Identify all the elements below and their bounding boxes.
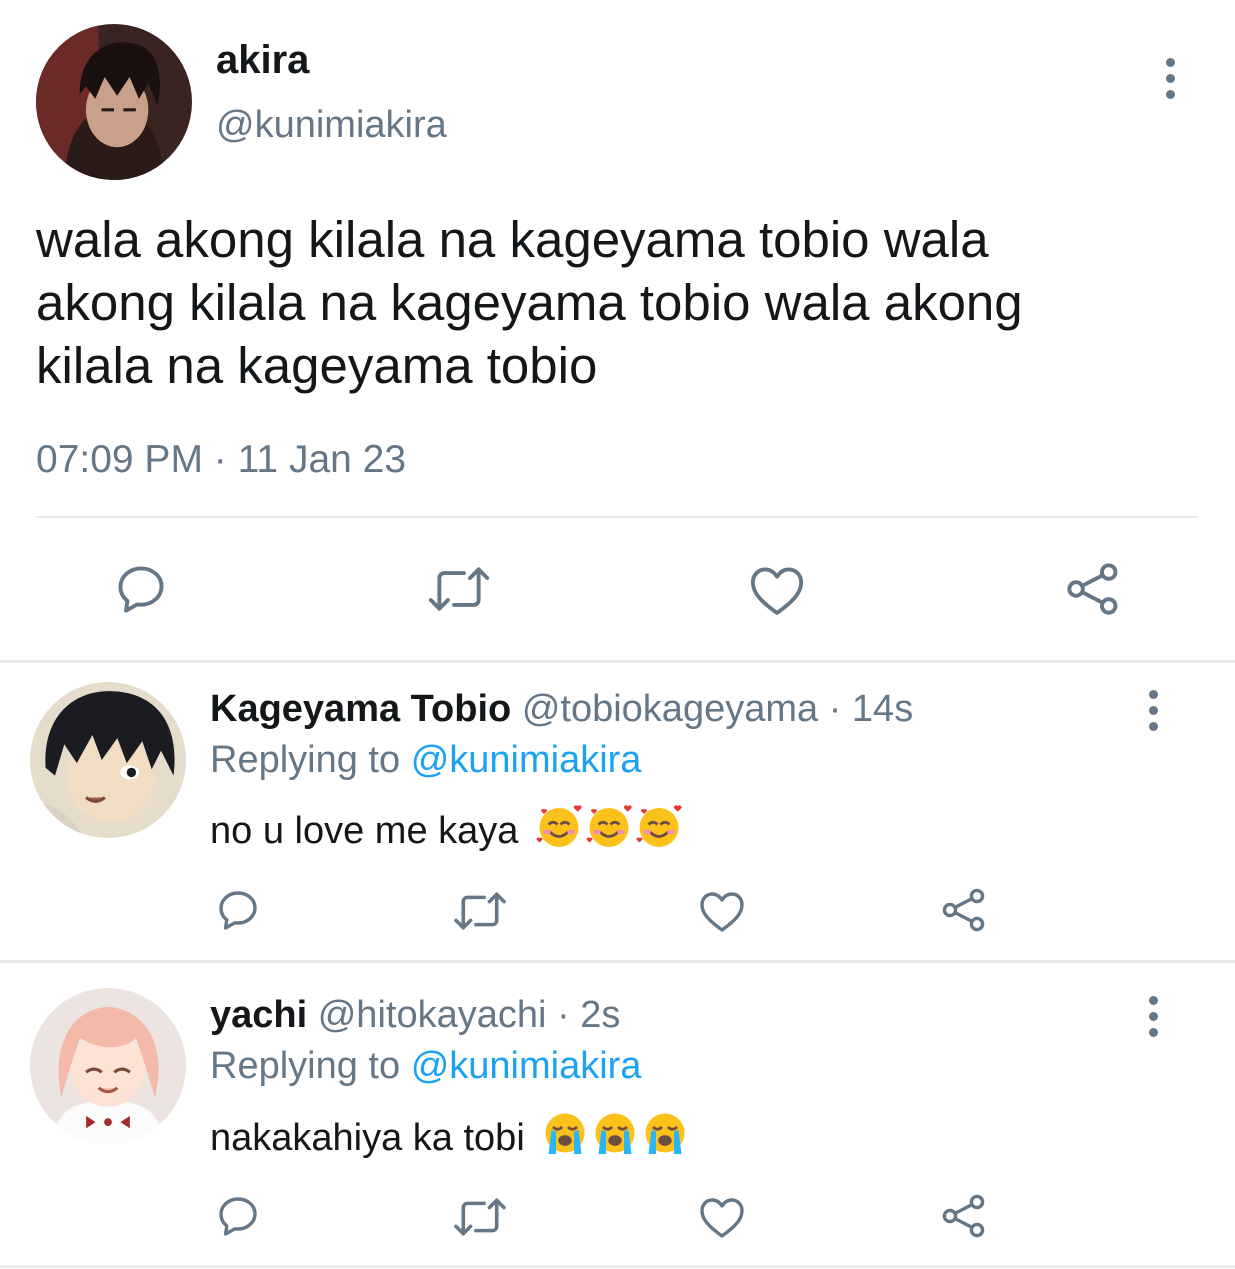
tweet-text: wala akong kilala na kageyama tobio wala… — [36, 211, 1023, 394]
reply-1-time: 14s — [851, 688, 914, 730]
reply-1-replying-handle[interactable]: @kunimiakira — [411, 739, 642, 781]
reply-icon[interactable] — [214, 886, 262, 934]
section-divider — [0, 1265, 1235, 1268]
like-icon[interactable] — [698, 888, 746, 934]
reply-2-replying-prefix: Replying to — [210, 1045, 401, 1087]
more-vertical-icon[interactable] — [1143, 996, 1163, 1037]
reply-2-header: yachi @hitokayachi · 2s — [210, 994, 620, 1037]
reply-icon[interactable] — [214, 1192, 262, 1240]
tweet-timestamp: 07:09 PM · 11 Jan 23 — [36, 438, 406, 482]
tweet-date: 11 Jan 23 — [237, 438, 407, 481]
reply-2-text: nakakahiya ka tobi — [210, 1117, 525, 1159]
like-icon[interactable] — [748, 562, 806, 618]
section-divider — [0, 660, 1235, 663]
reply-2-replying-handle[interactable]: @kunimiakira — [411, 1045, 642, 1087]
share-icon[interactable] — [940, 886, 988, 934]
smiling-face-with-hearts-emoji — [533, 803, 683, 853]
reply-2-separator: · — [556, 994, 570, 1036]
reply-1-display-name[interactable]: Kageyama Tobio — [210, 688, 511, 730]
reply-2-time: 2s — [580, 994, 621, 1036]
reply-2-text-line: nakakahiya ka tobi — [210, 1110, 689, 1160]
reply-1-text-line: no u love me kaya — [210, 803, 683, 853]
tweet-display-name[interactable]: akira — [216, 38, 309, 83]
more-vertical-icon[interactable] — [1160, 58, 1180, 99]
reply-1-replying-to: Replying to @kunimiakira — [210, 739, 641, 782]
reply-2-replying-to: Replying to @kunimiakira — [210, 1045, 641, 1088]
reply-1-replying-prefix: Replying to — [210, 739, 401, 781]
section-divider — [0, 960, 1235, 963]
reply-2-display-name[interactable]: yachi — [210, 994, 307, 1036]
avatar-akira-image — [36, 24, 192, 180]
avatar-akira[interactable] — [36, 24, 192, 180]
retweet-icon[interactable] — [452, 888, 508, 934]
share-icon[interactable] — [940, 1192, 988, 1240]
reply-1-text: no u love me kaya — [210, 810, 519, 852]
avatar-kageyama-image — [30, 682, 186, 838]
tweet-separator: · — [213, 438, 227, 481]
reply-1-separator: · — [828, 688, 842, 730]
tweet-divider — [36, 516, 1198, 518]
loudly-crying-face-emoji — [539, 1110, 689, 1160]
tweet-time: 07:09 PM — [36, 438, 203, 481]
reply-1-handle[interactable]: @tobiokageyama — [522, 688, 818, 730]
share-icon[interactable] — [1064, 560, 1122, 618]
like-icon[interactable] — [698, 1194, 746, 1240]
more-vertical-icon[interactable] — [1143, 690, 1163, 731]
retweet-icon[interactable] — [426, 562, 492, 616]
avatar-kageyama[interactable] — [30, 682, 186, 838]
retweet-icon[interactable] — [452, 1194, 508, 1240]
tweet-handle[interactable]: @kunimiakira — [216, 104, 447, 147]
avatar-yachi[interactable] — [30, 988, 186, 1144]
avatar-yachi-image — [30, 988, 186, 1144]
reply-1-header: Kageyama Tobio @tobiokageyama · 14s — [210, 688, 913, 731]
reply-2-handle[interactable]: @hitokayachi — [318, 994, 547, 1036]
reply-icon[interactable] — [112, 560, 170, 618]
